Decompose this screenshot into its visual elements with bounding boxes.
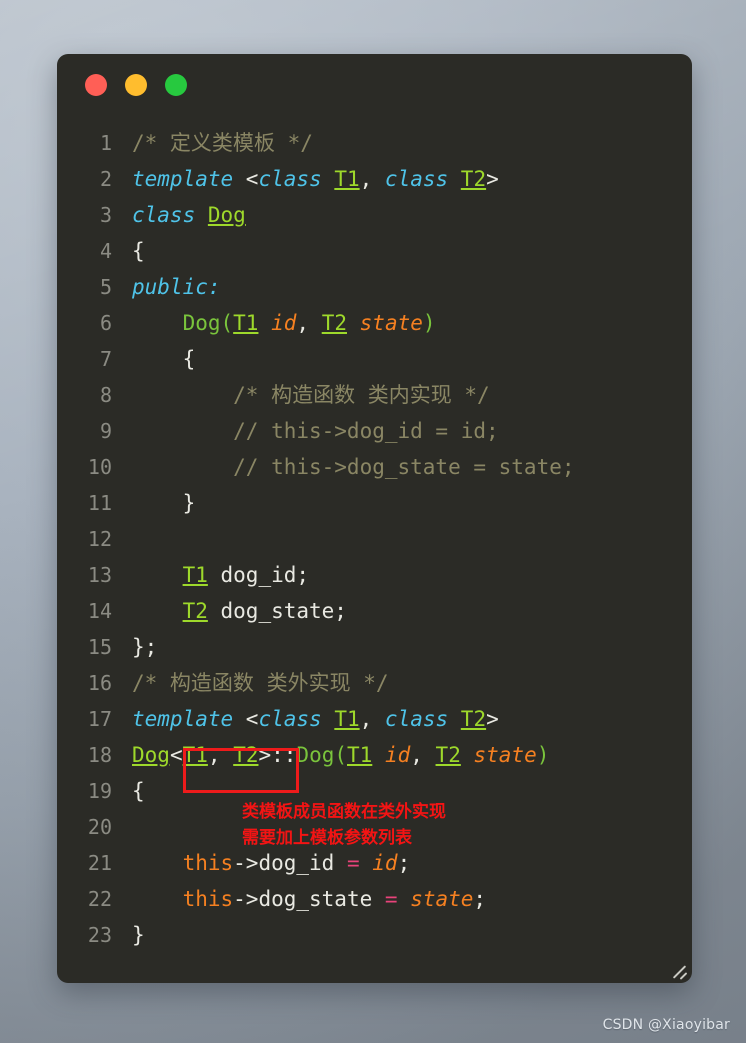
line-number: 13 [87,563,112,587]
maximize-button-icon[interactable] [165,74,187,96]
line-number: 20 [87,815,112,839]
line-number: 2 [99,167,112,191]
code-line: 1 /* 定义类模板 */ [57,125,692,161]
line-code[interactable]: T2 dog_state; [112,593,347,629]
line-code[interactable]: Dog(T1 id, T2 state) [112,305,436,341]
code-editor-window[interactable]: 1 /* 定义类模板 */ 2 template <class T1, clas… [57,54,692,983]
line-number: 7 [99,347,112,371]
line-number: 14 [87,599,112,623]
line-number: 1 [99,131,112,155]
line-code[interactable]: { [112,233,145,269]
code-content[interactable]: 1 /* 定义类模板 */ 2 template <class T1, clas… [57,116,692,953]
code-line: 15 }; [57,629,692,665]
line-code[interactable]: { [112,773,145,809]
line-code[interactable]: // this->dog_state = state; [112,449,574,485]
line-number: 5 [99,275,112,299]
code-line: 3 class Dog [57,197,692,233]
line-number: 10 [87,455,112,479]
line-code[interactable]: template <class T1, class T2> [112,161,499,197]
line-code[interactable]: class Dog [112,197,246,233]
code-line: 18 Dog<T1, T2>::Dog(T1 id, T2 state) [57,737,692,773]
line-number: 15 [87,635,112,659]
line-code[interactable] [112,521,145,557]
line-code[interactable]: // this->dog_id = id; [112,413,499,449]
code-line: 11 } [57,485,692,521]
line-code[interactable]: T1 dog_id; [112,557,309,593]
line-number: 18 [87,743,112,767]
code-line: 23 } [57,917,692,953]
line-number: 23 [87,923,112,947]
line-number: 19 [87,779,112,803]
line-number: 11 [87,491,112,515]
line-number: 3 [99,203,112,227]
watermark-text: CSDN @Xiaoyibar [602,1017,730,1033]
code-line: 6 Dog(T1 id, T2 state) [57,305,692,341]
code-line: 14 T2 dog_state; [57,593,692,629]
annotation-line-1: 类模板成员函数在类外实现 [242,802,446,822]
annotation-line-2: 需要加上模板参数列表 [242,828,412,848]
code-line: 9 // this->dog_id = id; [57,413,692,449]
line-number: 21 [87,851,112,875]
line-number: 4 [99,239,112,263]
line-number: 16 [87,671,112,695]
code-line: 22 this->dog_state = state; [57,881,692,917]
line-code[interactable]: } [112,485,196,521]
code-line: 16 /* 构造函数 类外实现 */ [57,665,692,701]
line-code[interactable]: }; [112,629,157,665]
code-line: 12 [57,521,692,557]
line-code[interactable]: /* 构造函数 类外实现 */ [112,665,389,701]
line-code[interactable] [112,809,145,845]
code-line: 10 // this->dog_state = state; [57,449,692,485]
code-line: 4 { [57,233,692,269]
code-line: 13 T1 dog_id; [57,557,692,593]
window-titlebar[interactable] [57,54,692,116]
code-line: 7 { [57,341,692,377]
line-number: 8 [99,383,112,407]
line-number: 9 [99,419,112,443]
line-code[interactable]: /* 构造函数 类内实现 */ [112,377,490,413]
code-line: 8 /* 构造函数 类内实现 */ [57,377,692,413]
line-code[interactable]: } [112,917,145,953]
line-number: 6 [99,311,112,335]
line-number: 22 [87,887,112,911]
line-code[interactable]: this->dog_state = state; [112,881,486,917]
minimize-button-icon[interactable] [125,74,147,96]
line-number: 12 [87,527,112,551]
close-button-icon[interactable] [85,74,107,96]
line-code[interactable]: public: [112,269,221,305]
resize-grip-icon[interactable] [671,963,688,980]
line-code[interactable]: Dog<T1, T2>::Dog(T1 id, T2 state) [112,737,549,773]
annotation-note: 类模板成员函数在类外实现 需要加上模板参数列表 [242,799,446,851]
code-line: 17 template <class T1, class T2> [57,701,692,737]
code-line: 5 public: [57,269,692,305]
line-code[interactable]: template <class T1, class T2> [112,701,499,737]
line-code[interactable]: /* 定义类模板 */ [112,125,313,161]
line-code[interactable]: { [112,341,196,377]
line-number: 17 [87,707,112,731]
code-line: 2 template <class T1, class T2> [57,161,692,197]
